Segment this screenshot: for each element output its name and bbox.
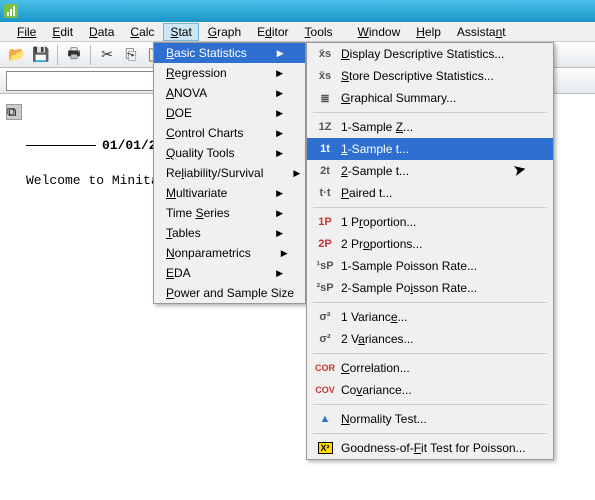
submenu-normality[interactable]: ▲Normality Test...	[307, 408, 553, 430]
store-desc-icon: x̄s	[315, 70, 335, 82]
graphical-summary-icon: ≣	[315, 92, 335, 105]
submenu-graphical-summary[interactable]: ≣Graphical Summary...	[307, 87, 553, 109]
submenu-covariance[interactable]: COVCovariance...	[307, 379, 553, 401]
submenu-1-sample-t[interactable]: 1t1-Sample t...	[307, 138, 553, 160]
submenu-2-poisson[interactable]: ²sP2-Sample Poisson Rate...	[307, 277, 553, 299]
two-poisson-icon: ²sP	[315, 282, 335, 294]
two-prop-icon: 2P	[315, 238, 335, 250]
stat-nonparametrics[interactable]: Nonparametrics▶	[154, 243, 305, 263]
menu-assistant[interactable]: Assistant	[450, 23, 513, 41]
open-icon[interactable]: 📂	[6, 44, 28, 66]
menu-calc[interactable]: Calc	[123, 23, 161, 41]
menu-edit[interactable]: Edit	[45, 23, 80, 41]
stat-control-charts[interactable]: Control Charts▶	[154, 123, 305, 143]
stat-power[interactable]: Power and Sample Size▶	[154, 283, 305, 303]
stat-dropdown: Basic Statistics▶ Regression▶ ANOVA▶ DOE…	[153, 42, 306, 304]
app-icon	[4, 4, 18, 18]
one-var-icon: σ²	[315, 311, 335, 323]
menu-graph[interactable]: Graph	[201, 23, 248, 41]
stat-reliability[interactable]: Reliability/Survival▶	[154, 163, 305, 183]
submenu-store-descriptive[interactable]: x̄sStore Descriptive Statistics...	[307, 65, 553, 87]
separator	[57, 45, 58, 65]
menu-file[interactable]: File	[10, 23, 43, 41]
separator	[313, 404, 547, 405]
two-var-icon: σ²	[315, 333, 335, 345]
gof-icon: X²	[315, 442, 335, 454]
stat-tables[interactable]: Tables▶	[154, 223, 305, 243]
stat-quality-tools[interactable]: Quality Tools▶	[154, 143, 305, 163]
one-t-icon: 1t	[315, 143, 335, 155]
submenu-paired-t[interactable]: t·tPaired t...	[307, 182, 553, 204]
title-bar	[0, 0, 595, 22]
submenu-1-sample-z[interactable]: 1Z1-Sample Z...	[307, 116, 553, 138]
submenu-1-proportion[interactable]: 1P1 Proportion...	[307, 211, 553, 233]
menu-help[interactable]: Help	[409, 23, 448, 41]
submenu-2-sample-t[interactable]: 2t2-Sample t...	[307, 160, 553, 182]
menu-window[interactable]: Window	[351, 23, 408, 41]
submenu-correlation[interactable]: CORCorrelation...	[307, 357, 553, 379]
stat-regression[interactable]: Regression▶	[154, 63, 305, 83]
separator	[313, 433, 547, 434]
menu-stat[interactable]: Stat	[163, 23, 198, 41]
session-icon[interactable]: ⧉	[6, 104, 22, 120]
print-icon[interactable]: 🖶	[63, 44, 85, 66]
basic-statistics-submenu: x̄sDisplay Descriptive Statistics... x̄s…	[306, 42, 554, 460]
menu-editor[interactable]: Editor	[250, 23, 295, 41]
submenu-gof-poisson[interactable]: X²Goodness-of-Fit Test for Poisson...	[307, 437, 553, 459]
correlation-icon: COR	[315, 363, 335, 373]
menu-tools[interactable]: Tools	[298, 23, 340, 41]
cut-icon[interactable]: ✂	[96, 44, 118, 66]
separator	[313, 302, 547, 303]
separator	[313, 207, 547, 208]
stat-multivariate[interactable]: Multivariate▶	[154, 183, 305, 203]
submenu-2-variances[interactable]: σ²2 Variances...	[307, 328, 553, 350]
submenu-1-variance[interactable]: σ²1 Variance...	[307, 306, 553, 328]
stat-anova[interactable]: ANOVA▶	[154, 83, 305, 103]
stat-eda[interactable]: EDA▶	[154, 263, 305, 283]
stat-doe[interactable]: DOE▶	[154, 103, 305, 123]
separator	[313, 353, 547, 354]
normality-icon: ▲	[315, 413, 335, 425]
copy-icon[interactable]: ⎘	[120, 44, 142, 66]
stat-basic-statistics[interactable]: Basic Statistics▶	[154, 43, 305, 63]
one-z-icon: 1Z	[315, 121, 335, 133]
date-text: 01/01/2	[102, 138, 157, 153]
stat-time-series[interactable]: Time Series▶	[154, 203, 305, 223]
covariance-icon: COV	[315, 385, 335, 395]
save-icon[interactable]: 💾	[30, 44, 52, 66]
paired-t-icon: t·t	[315, 187, 335, 199]
menu-bar: File Edit Data Calc Stat Graph Editor To…	[0, 22, 595, 42]
one-prop-icon: 1P	[315, 216, 335, 228]
submenu-display-descriptive[interactable]: x̄sDisplay Descriptive Statistics...	[307, 43, 553, 65]
separator	[313, 112, 547, 113]
menu-data[interactable]: Data	[82, 23, 121, 41]
horizontal-rule	[26, 145, 96, 146]
one-poisson-icon: ¹sP	[315, 260, 335, 272]
submenu-2-proportions[interactable]: 2P2 Proportions...	[307, 233, 553, 255]
separator	[90, 45, 91, 65]
submenu-1-poisson[interactable]: ¹sP1-Sample Poisson Rate...	[307, 255, 553, 277]
two-t-icon: 2t	[315, 165, 335, 177]
display-desc-icon: x̄s	[315, 48, 335, 60]
